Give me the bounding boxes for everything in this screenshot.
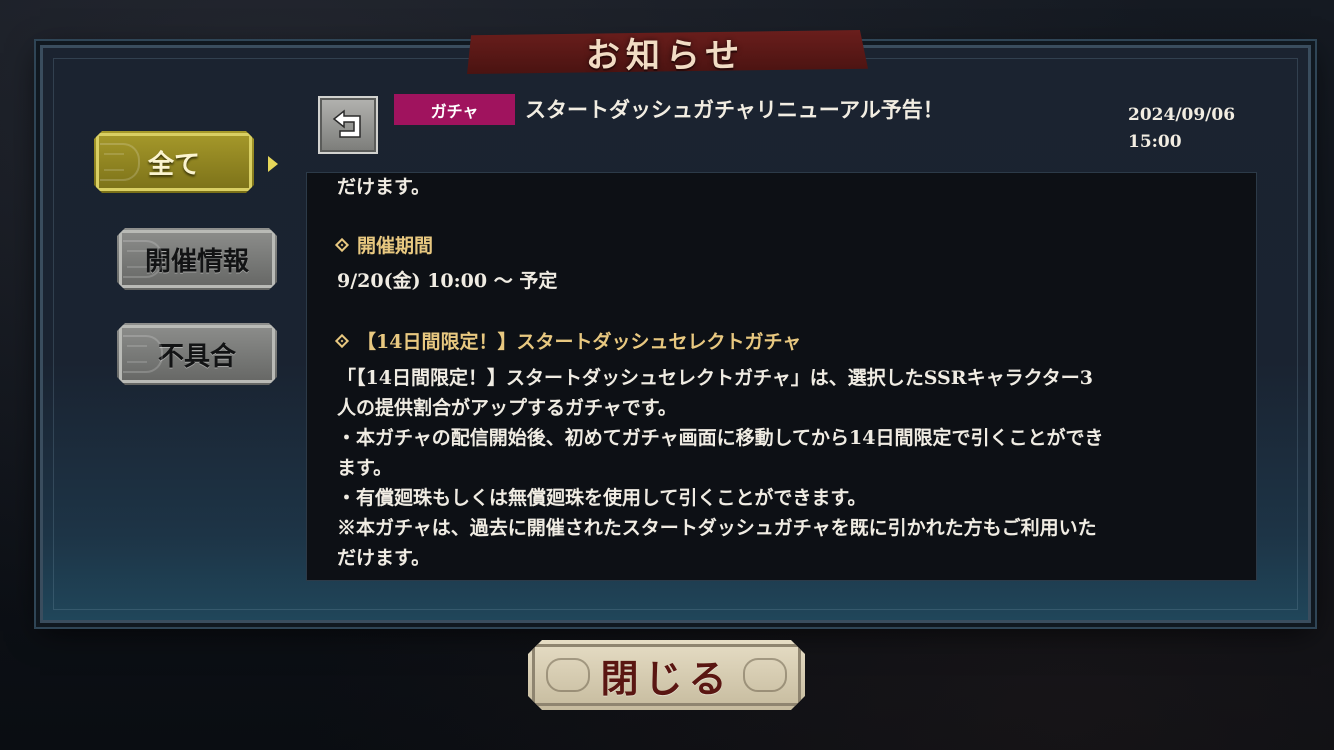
diamond-icon [334, 237, 350, 253]
notice-content-scroll[interactable]: だけます。 開催期間 9/20(金) 10:00 〜 予定 【14日間限定！】ス… [306, 172, 1257, 581]
body-line: ※本ガチャは、過去に開催されたスタートダッシュガチャを既に引かれた方もご利用いた [337, 517, 1097, 539]
body-line: ます。 [337, 457, 393, 479]
body-line: だけます。 [337, 547, 431, 569]
tab-bugs-label: 不具合 [157, 341, 236, 372]
notice-time: 15:00 [1128, 132, 1182, 152]
section-heading-text: 【14日間限定！】スタートダッシュセレクトガチャ [357, 331, 802, 353]
button-decoration [546, 658, 590, 692]
tab-all[interactable]: 全て [94, 131, 254, 193]
diamond-icon [334, 333, 350, 349]
notice-datetime: 2024/09/06 15:00 [1128, 102, 1235, 156]
close-button-label: 閉じる [600, 655, 733, 701]
body-line: だけます。 [337, 176, 431, 198]
notice-title: スタートダッシュガチャリニューアル予告！ [525, 97, 944, 122]
section-heading: 開催期間 [334, 231, 434, 258]
body-line: 9/20(金) 10:00 〜 予定 [337, 270, 558, 292]
tab-decoration [123, 240, 163, 278]
tab-bugs[interactable]: 不具合 [117, 323, 277, 385]
body-line: ・有償廻珠もしくは無償廻珠を使用して引くことができます。 [337, 487, 867, 509]
tab-decoration [100, 143, 140, 181]
button-decoration [743, 658, 787, 692]
title-banner: お知らせ [467, 30, 868, 76]
tab-decoration [123, 335, 163, 373]
page-title: お知らせ [585, 35, 746, 76]
tab-all-label: 全て [147, 149, 200, 180]
return-arrow-icon [332, 109, 361, 138]
back-button[interactable] [318, 96, 378, 154]
close-button[interactable]: 閉じる [528, 640, 805, 710]
tab-event-info[interactable]: 開催情報 [117, 228, 277, 290]
category-badge: ガチャ [394, 94, 515, 125]
section-heading-text: 開催期間 [357, 235, 434, 257]
body-line: 人の提供割合がアップするガチャです。 [337, 397, 677, 419]
body-line: 「【14日間限定！】スタートダッシュセレクトガチャ」は、選択したSSRキャラクタ… [337, 367, 1094, 389]
selected-triangle-icon [268, 156, 278, 172]
body-line: ・本ガチャの配信開始後、初めてガチャ画面に移動してから14日間限定で引くことがで… [337, 427, 1104, 449]
notice-date: 2024/09/06 [1128, 105, 1236, 125]
section-heading: 【14日間限定！】スタートダッシュセレクトガチャ [334, 327, 802, 354]
